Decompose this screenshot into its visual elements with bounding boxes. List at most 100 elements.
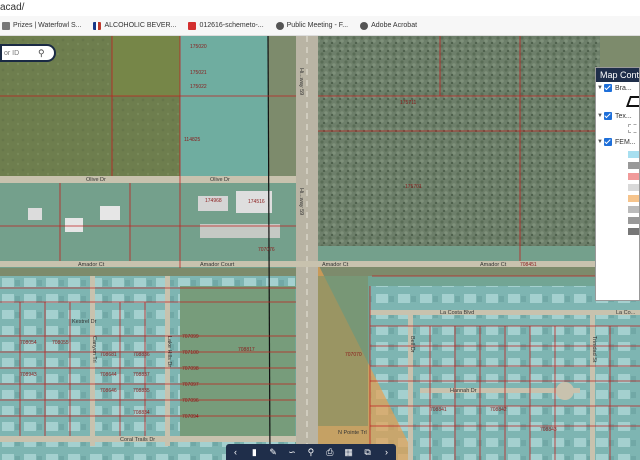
legend-swatch xyxy=(628,124,639,133)
parcel-id-label: 175022 xyxy=(190,84,207,90)
parcel-id-label: 708817 xyxy=(238,347,255,353)
open-field xyxy=(318,276,368,426)
parcel-id-label: 707070 xyxy=(345,352,362,358)
url-text: acad/ xyxy=(0,2,25,13)
parcel-id-label: 708836 xyxy=(133,352,150,358)
layers-icon[interactable]: ▦ xyxy=(343,446,355,458)
street-label: La Costa Blvd xyxy=(440,310,474,316)
bookmark-schemeto[interactable]: 012616-schemeto-... xyxy=(188,21,264,30)
parcel-id-label: 707094 xyxy=(182,414,199,420)
map-view[interactable]: Hi...way 59 Hi...way 59 Olive Dr Olive D… xyxy=(0,36,640,460)
draw-icon[interactable]: ✎ xyxy=(267,446,279,458)
street-label: Hi...way 59 xyxy=(298,188,304,215)
parcel-id-label: 708644 xyxy=(100,372,117,378)
share-icon[interactable]: ⧉ xyxy=(362,446,374,458)
bookmark-label: 012616-schemeto-... xyxy=(199,22,264,29)
legend-swatch xyxy=(628,184,639,191)
map-toolbar: ‹ ▮ ✎ ∽ ⚲ ⎙ ▦ ⧉ › xyxy=(226,444,396,460)
bookmark-prizes[interactable]: Prizes | Waterfowl S... xyxy=(2,21,82,30)
layer-checkbox[interactable] xyxy=(604,84,612,92)
parcel-id-label: 708842 xyxy=(490,407,507,413)
bookmark-icon[interactable]: ▮ xyxy=(248,446,260,458)
layer-checkbox[interactable] xyxy=(604,138,612,146)
legend-swatch xyxy=(628,228,639,235)
parcel-id-label: 708681 xyxy=(100,352,117,358)
parcel-id-label: 175020 xyxy=(190,44,207,50)
bookmark-label: Public Meeting - F... xyxy=(286,22,349,29)
chevron-down-icon[interactable]: ▼ xyxy=(596,139,604,145)
texas-flag-icon xyxy=(93,21,102,30)
parcel-id-label: 708943 xyxy=(20,372,37,378)
search-icon[interactable]: ⚲ xyxy=(38,48,45,59)
legend-swatch xyxy=(628,162,639,169)
address-bar[interactable]: acad/ xyxy=(0,0,640,17)
parcel-id-label: 708841 xyxy=(430,407,447,413)
street-label: Hannah Dr xyxy=(450,388,477,394)
parcel-id-label: 175711 xyxy=(400,100,417,106)
street-label: Coral Trails Dr xyxy=(120,437,155,443)
parcel-id-label: 707097 xyxy=(182,382,199,388)
cul-de-sac xyxy=(556,382,574,400)
bookmark-public-meeting[interactable]: Public Meeting - F... xyxy=(275,21,349,30)
layer-row[interactable]: ▼ FEM... xyxy=(596,136,639,148)
expand-icon[interactable]: › xyxy=(380,446,392,458)
building xyxy=(28,208,42,220)
road-olive xyxy=(0,176,296,183)
map-contents-panel[interactable]: Map Contents ▼ Bra... ▼ Tex... ▼ FEM... xyxy=(595,67,640,301)
road-hannah xyxy=(420,388,580,393)
legend-swatch xyxy=(625,96,639,107)
street-label: Olive Dr xyxy=(86,177,106,183)
map-canvas[interactable]: Hi...way 59 Hi...way 59 Olive Dr Olive D… xyxy=(0,36,640,460)
parcel-id-label: 707099 xyxy=(182,334,199,340)
layer-row[interactable]: ▼ Bra... xyxy=(596,82,639,94)
globe-icon xyxy=(275,21,284,30)
layer-row[interactable]: ▼ Tex... xyxy=(596,110,639,122)
parcel-id-label: 708843 xyxy=(540,427,557,433)
measure-icon[interactable]: ∽ xyxy=(286,446,298,458)
wooded-area xyxy=(310,36,600,246)
layer-label: Bra... xyxy=(615,84,632,92)
field-crop xyxy=(112,36,180,96)
parcel-id-label: 708837 xyxy=(133,372,150,378)
flood-zone-area xyxy=(0,176,300,268)
parcel-id-label: 175021 xyxy=(190,70,207,76)
building xyxy=(65,218,83,232)
pdf-icon xyxy=(188,21,197,30)
legend-swatch xyxy=(628,206,639,213)
search-box[interactable]: ⚲ xyxy=(0,44,56,62)
fema-legend xyxy=(596,151,639,235)
legend-swatch xyxy=(628,151,639,158)
street-label: Amador Court xyxy=(200,262,235,268)
parcel-id-label: 174968 xyxy=(205,198,222,204)
search-icon[interactable]: ⚲ xyxy=(305,446,317,458)
street-label: N Pointe Trl xyxy=(338,430,367,436)
panel-title: Map Contents xyxy=(596,68,639,82)
parcel-id-label: 708451 xyxy=(520,262,537,268)
parcel-id-label: 707096 xyxy=(182,398,199,404)
road-la-costa xyxy=(370,310,640,315)
search-input[interactable] xyxy=(2,49,36,57)
parcel-id-label: 708055 xyxy=(52,340,69,346)
legend-swatch xyxy=(628,173,639,180)
bookmark-alcoholic[interactable]: ALCOHOLIC BEVER... xyxy=(93,21,176,30)
legend-swatch xyxy=(628,195,639,202)
bookmark-adobe[interactable]: Adobe Acrobat xyxy=(360,21,418,30)
street-label: Amador Ct xyxy=(480,262,507,268)
flood-zone-area xyxy=(180,36,268,176)
bookmark-label: Prizes | Waterfowl S... xyxy=(13,22,82,29)
street-label: Amador Ct xyxy=(78,262,105,268)
street-label: Bell Dr xyxy=(409,336,415,353)
layer-label: Tex... xyxy=(615,112,632,120)
street-label: Trinidad St xyxy=(591,336,597,363)
print-icon[interactable]: ⎙ xyxy=(324,446,336,458)
bookmark-label: Adobe Acrobat xyxy=(371,22,418,29)
building xyxy=(100,206,120,220)
chevron-down-icon[interactable]: ▼ xyxy=(596,113,604,119)
parcel-id-label: 175701 xyxy=(405,184,422,190)
street-label: Kestrel Dr xyxy=(72,319,97,325)
parcel-id-label: 708054 xyxy=(20,340,37,346)
layer-checkbox[interactable] xyxy=(604,112,612,120)
collapse-icon[interactable]: ‹ xyxy=(229,446,241,458)
parcel-id-label: 174516 xyxy=(248,199,265,205)
chevron-down-icon[interactable]: ▼ xyxy=(596,85,604,91)
